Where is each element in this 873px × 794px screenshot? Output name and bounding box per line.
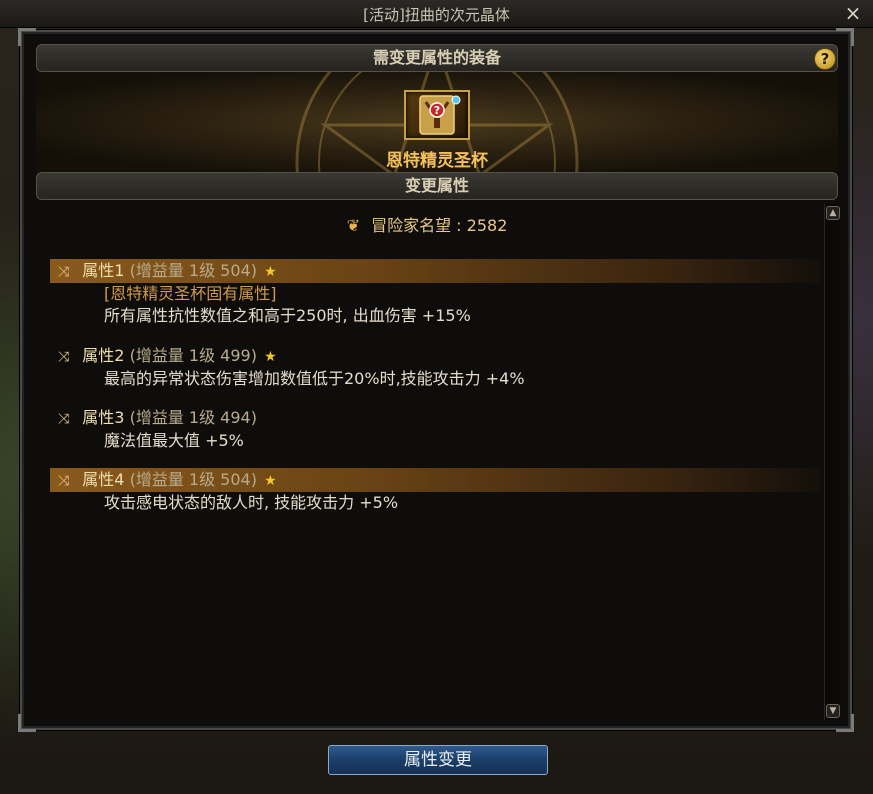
frame-corner: [18, 714, 36, 732]
dimension-crystal-window: [活动]扭曲的次元晶体 × 需变更属性的装备 ? ? 恩特精灵圣杯 变更属性 ❦…: [0, 0, 873, 794]
attribute-line: 所有属性抗性数值之和高于250时, 出血伤害 +15%: [104, 306, 471, 325]
shuffle-icon: ⤨: [58, 411, 70, 427]
equip-section-header: 需变更属性的装备: [36, 44, 838, 72]
svg-text:?: ?: [434, 104, 440, 117]
attribute-title[interactable]: ⤨ 属性3 (增益量 1级 494): [50, 406, 820, 430]
star-icon: ★: [264, 264, 277, 280]
scroll-down-icon[interactable]: ▼: [826, 704, 840, 718]
star-icon: ★: [264, 349, 277, 365]
attribute-entry-3[interactable]: ⤨ 属性3 (增益量 1级 494) 魔法值最大值 +5%: [50, 406, 820, 452]
main-frame: 需变更属性的装备 ? ? 恩特精灵圣杯 变更属性 ❦ 冒险家名望: 2582 …: [18, 28, 854, 732]
change-attribute-button[interactable]: 属性变更: [328, 745, 548, 775]
fame-emblem-icon: ❦: [346, 216, 360, 235]
title-bar[interactable]: [活动]扭曲的次元晶体 ×: [0, 0, 873, 28]
shuffle-icon: ⤨: [58, 473, 70, 489]
attribute-title[interactable]: ⤨ 属性1 (增益量 1级 504) ★: [50, 259, 820, 283]
attribute-title[interactable]: ⤨ 属性2 (增益量 1级 499) ★: [50, 344, 820, 368]
change-section-title: 变更属性: [404, 176, 469, 195]
attribute-line: 攻击感电状态的敌人时, 技能攻击力 +5%: [104, 493, 399, 512]
attribute-entry-1[interactable]: ⤨ 属性1 (增益量 1级 504) ★ [恩特精灵圣杯固有属性] 所有属性抗性…: [50, 259, 820, 327]
attribute-detail: (增益量 1级 494): [129, 408, 257, 427]
window-title: [活动]扭曲的次元晶体: [363, 6, 510, 24]
attribute-name: 属性4: [82, 470, 125, 489]
attribute-name: 属性2: [82, 346, 125, 365]
adventurer-fame: ❦ 冒险家名望 : 2582: [36, 212, 818, 236]
attribute-detail: (增益量 1级 504): [129, 261, 257, 280]
attribute-detail: (增益量 1级 504): [129, 470, 257, 489]
shuffle-icon: ⤨: [58, 349, 70, 365]
attribute-detail: (增益量 1级 499): [129, 346, 257, 365]
frame-corner: [836, 28, 854, 46]
equip-display-area: ? 恩特精灵圣杯: [36, 72, 838, 172]
attribute-list: ❦ 冒险家名望 : 2582 ⤨ 属性1 (增益量 1级 504) ★ [恩特精…: [36, 204, 820, 722]
attribute-line: [恩特精灵圣杯固有属性]: [104, 284, 277, 303]
attribute-scrollbar[interactable]: ▲ ▼: [824, 204, 840, 720]
equip-section-title: 需变更属性的装备: [372, 48, 501, 67]
star-icon: ★: [264, 473, 277, 489]
attribute-name: 属性3: [82, 408, 125, 427]
attribute-entry-4[interactable]: ⤨ 属性4 (增益量 1级 504) ★ 攻击感电状态的敌人时, 技能攻击力 +…: [50, 468, 820, 514]
close-icon[interactable]: ×: [843, 3, 863, 23]
frame-corner: [18, 28, 36, 46]
attribute-title[interactable]: ⤨ 属性4 (增益量 1级 504) ★: [50, 468, 820, 492]
fame-label: 冒险家名望 : 2582: [371, 216, 508, 235]
shuffle-icon: ⤨: [58, 264, 70, 280]
help-icon[interactable]: ?: [814, 48, 836, 70]
item-name: 恩特精灵圣杯: [386, 151, 488, 171]
scroll-up-icon[interactable]: ▲: [826, 206, 840, 220]
attribute-line: 魔法值最大值 +5%: [104, 431, 244, 450]
attribute-name: 属性1: [82, 261, 125, 280]
attribute-line: 最高的异常状态伤害增加数值低于20%时,技能攻击力 +4%: [104, 369, 525, 388]
attribute-entry-2[interactable]: ⤨ 属性2 (增益量 1级 499) ★ 最高的异常状态伤害增加数值低于20%时…: [50, 344, 820, 390]
item-slot[interactable]: ?: [404, 90, 470, 140]
change-section-header: 变更属性: [36, 172, 838, 200]
holy-grail-icon: ?: [419, 95, 461, 135]
